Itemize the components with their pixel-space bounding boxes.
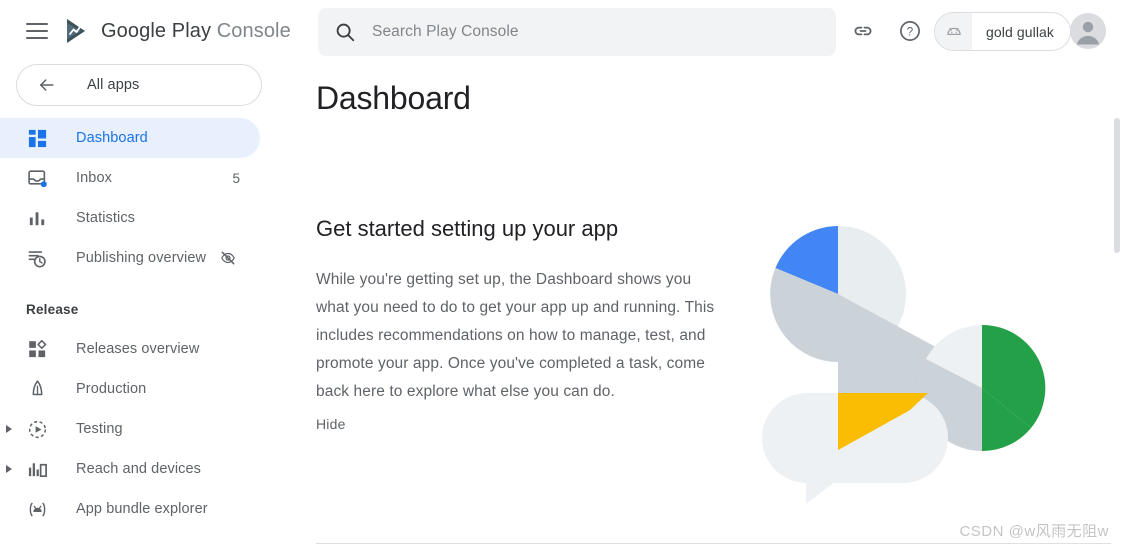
link-icon[interactable] bbox=[848, 16, 878, 46]
main-content-area: Dashboard Get started setting up your ap… bbox=[300, 56, 1115, 551]
csdn-watermark: CSDN @w风雨无阻w bbox=[959, 523, 1109, 540]
illus-bottom-bubble bbox=[762, 393, 948, 504]
statistics-glyph bbox=[29, 211, 44, 225]
sidebar-label-reach-and-devices: Reach and devices bbox=[76, 461, 202, 477]
play-console-window: Google Play Console Search Play Console … bbox=[0, 0, 1123, 551]
app-bundle-android-icon bbox=[26, 498, 48, 520]
search-placeholder: Search Play Console bbox=[372, 23, 519, 40]
testing-play-dashed-icon bbox=[26, 418, 48, 440]
account-name: gold gullak bbox=[986, 23, 1055, 40]
android-robot-icon bbox=[935, 13, 972, 50]
get-started-card: Get started setting up your app While yo… bbox=[316, 216, 736, 406]
sidebar-item-production[interactable]: Production bbox=[0, 369, 260, 409]
vertical-scrollbar-track[interactable] bbox=[1111, 56, 1123, 551]
sidebar-item-statistics[interactable]: Statistics bbox=[0, 198, 260, 238]
releases-overview-glyph bbox=[28, 339, 46, 357]
visibility-off-glyph bbox=[221, 251, 235, 265]
bar-chart-icon bbox=[26, 207, 48, 229]
all-apps-button[interactable]: All apps bbox=[16, 64, 262, 106]
hide-button[interactable]: Hide bbox=[316, 416, 346, 432]
arrow-left-icon bbox=[40, 79, 54, 91]
all-apps-label: All apps bbox=[87, 77, 140, 93]
svg-text:?: ? bbox=[907, 26, 913, 38]
content-bottom-divider bbox=[316, 543, 1111, 544]
publishing-clock-icon bbox=[26, 247, 48, 269]
sidebar-item-dashboard[interactable]: Dashboard bbox=[0, 118, 260, 158]
sidebar-item-reach-and-devices[interactable]: Reach and devices bbox=[0, 449, 260, 489]
publishing-glyph bbox=[28, 250, 46, 268]
testing-glyph bbox=[28, 420, 46, 438]
sidebar-label-publishing-overview: Publishing overview bbox=[76, 250, 207, 266]
inbox-icon bbox=[26, 167, 48, 189]
primary-nav-list: Dashboard Inbox 5 Statistics Publishing … bbox=[0, 118, 300, 529]
app-bundle-glyph bbox=[29, 502, 45, 516]
account-chip[interactable]: gold gullak bbox=[934, 12, 1072, 51]
page-title: Dashboard bbox=[316, 80, 471, 116]
link-glyph bbox=[854, 26, 872, 36]
dashboard-grid-icon bbox=[26, 127, 48, 149]
visibility-off-icon[interactable] bbox=[220, 250, 236, 266]
sidebar-label-releases-overview: Releases overview bbox=[76, 341, 200, 357]
brand-text: Google Play Console bbox=[101, 20, 291, 43]
google-play-console-logo bbox=[67, 19, 85, 43]
inbox-unread-count: 5 bbox=[232, 170, 240, 186]
vertical-scrollbar-thumb[interactable] bbox=[1114, 118, 1120, 253]
brand-secondary: Console bbox=[216, 19, 291, 42]
inbox-glyph bbox=[27, 169, 47, 187]
top-app-bar: Google Play Console Search Play Console … bbox=[0, 0, 1123, 64]
sidebar-label-dashboard: Dashboard bbox=[76, 130, 148, 146]
sidebar-item-testing[interactable]: Testing bbox=[0, 409, 260, 449]
android-glyph bbox=[946, 27, 961, 35]
dashboard-glyph bbox=[28, 129, 46, 147]
sidebar-item-publishing-overview[interactable]: Publishing overview bbox=[0, 238, 260, 278]
reach-devices-icon bbox=[26, 458, 48, 480]
avatar-icon bbox=[1070, 13, 1106, 49]
sidebar-label-production: Production bbox=[76, 381, 147, 397]
brand-logo-area[interactable]: Google Play Console bbox=[62, 16, 291, 46]
play-console-illustration bbox=[762, 226, 1046, 504]
releases-overview-icon bbox=[26, 338, 48, 360]
reach-devices-glyph bbox=[28, 462, 47, 477]
sidebar-item-releases-overview[interactable]: Releases overview bbox=[0, 329, 260, 369]
search-input[interactable]: Search Play Console bbox=[318, 8, 836, 56]
expand-caret-icon[interactable] bbox=[6, 425, 12, 433]
expand-caret-icon[interactable] bbox=[6, 465, 12, 473]
help-circle-icon[interactable]: ? bbox=[895, 16, 925, 46]
promo-heading: Get started setting up your app bbox=[316, 216, 619, 241]
sidebar-section-release: Release bbox=[26, 302, 79, 317]
hamburger-menu-icon[interactable] bbox=[22, 16, 52, 46]
user-avatar[interactable] bbox=[1070, 13, 1106, 49]
sidebar-label-app-bundle-explorer: App bundle explorer bbox=[76, 501, 208, 517]
sidebar-label-statistics: Statistics bbox=[76, 210, 136, 226]
production-glyph bbox=[32, 379, 42, 395]
help-glyph: ? bbox=[900, 21, 920, 41]
rocket-icon bbox=[26, 378, 48, 400]
sidebar-label-testing: Testing bbox=[76, 421, 123, 437]
left-navigation-sidebar: All apps Dashboard Inbox 5 Statistics Pu… bbox=[0, 56, 300, 551]
sidebar-label-inbox: Inbox bbox=[76, 170, 112, 186]
promo-body: While you're getting set up, the Dashboa… bbox=[316, 271, 715, 400]
search-icon bbox=[336, 23, 355, 42]
sidebar-item-inbox[interactable]: Inbox 5 bbox=[0, 158, 260, 198]
brand-primary: Google Play bbox=[101, 19, 212, 42]
sidebar-item-app-bundle-explorer[interactable]: App bundle explorer bbox=[0, 489, 260, 529]
